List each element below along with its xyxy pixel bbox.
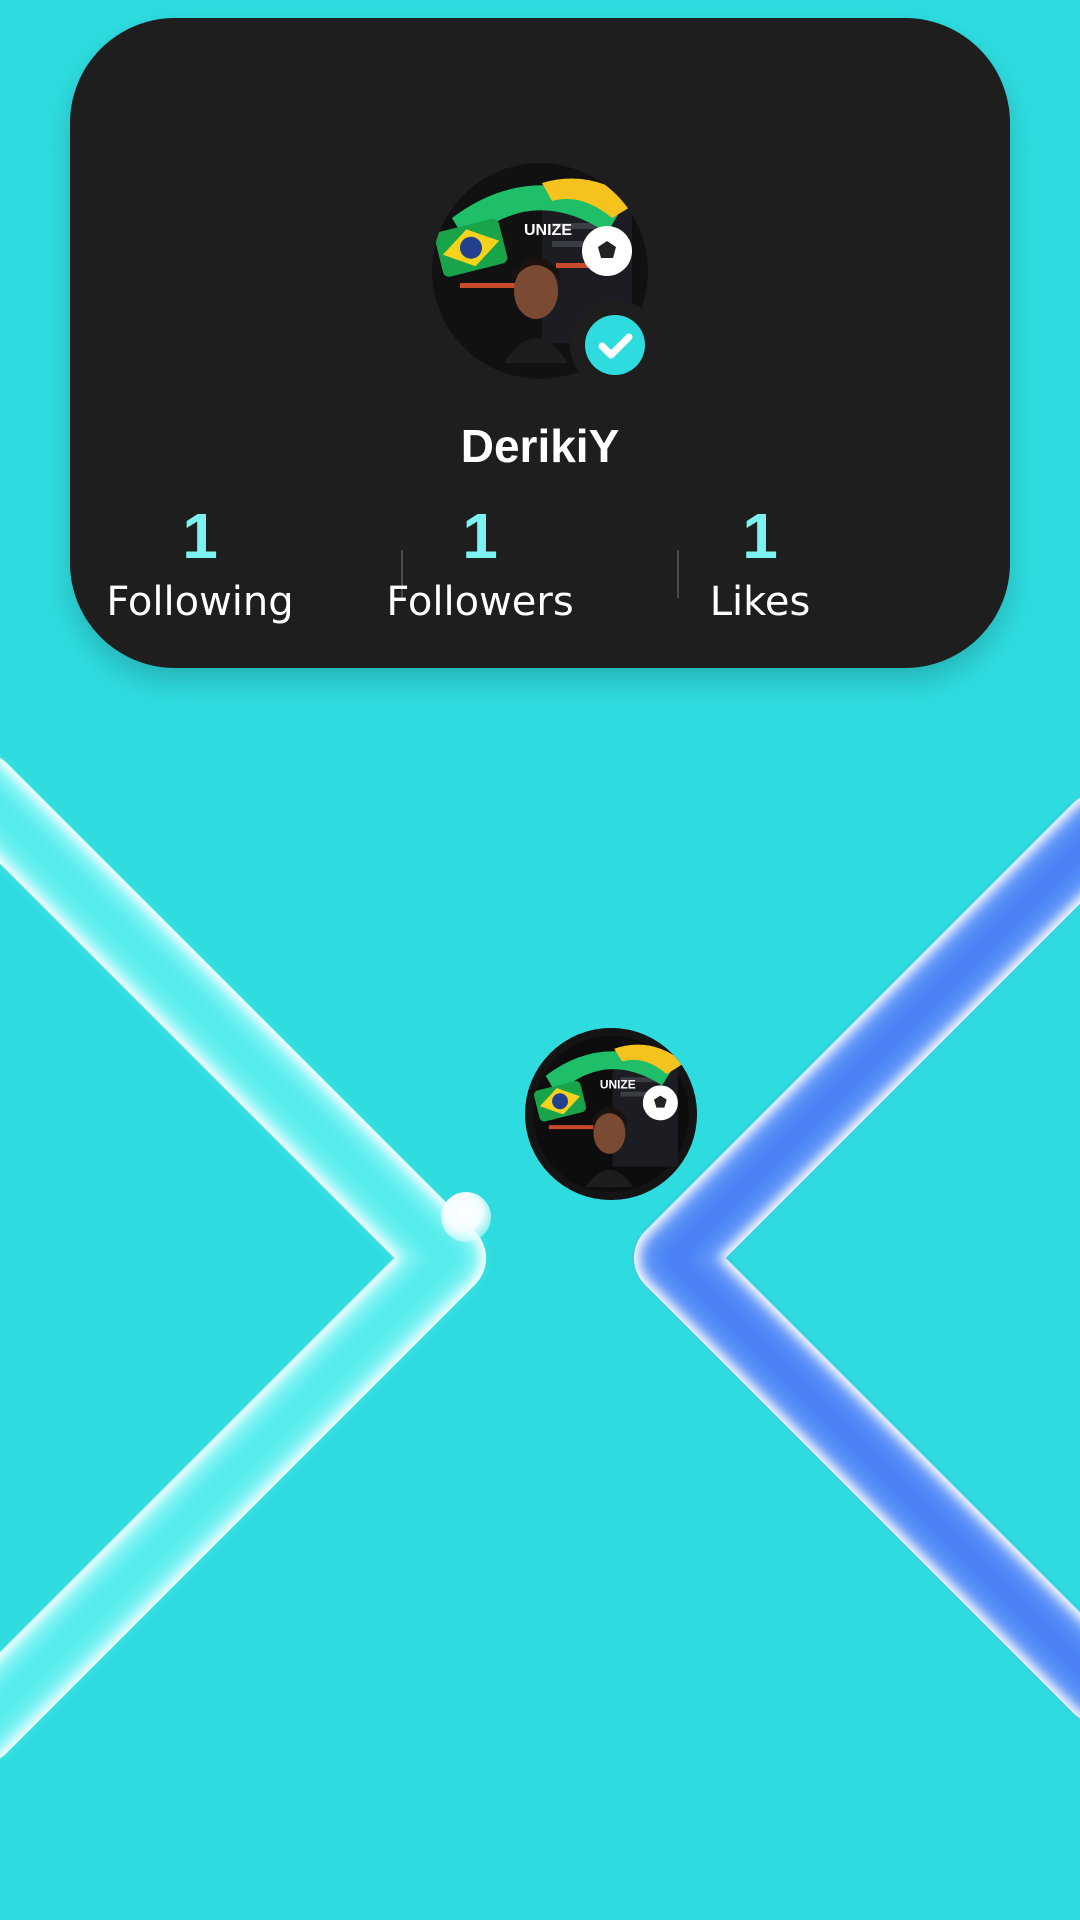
stat-followers[interactable]: 1 Followers — [350, 496, 610, 632]
profile-photo-avatar-icon: UNIZE — [525, 1028, 697, 1200]
game-stage: UNIZE DerikiY 1 Following 1 Followers 1 … — [0, 0, 1080, 1920]
right-paddle[interactable] — [634, 797, 1080, 1719]
verified-badge — [570, 300, 660, 390]
following-label: Following — [106, 579, 294, 625]
following-count: 1 — [182, 500, 218, 572]
followers-label: Followers — [386, 579, 574, 625]
profile-username: DerikiY — [460, 420, 620, 472]
verified-check-icon — [585, 315, 645, 375]
stat-following[interactable]: 1 Following — [70, 496, 330, 632]
likes-label: Likes — [709, 579, 811, 625]
ball — [441, 1192, 491, 1242]
followers-count: 1 — [462, 500, 498, 572]
svg-text:UNIZE: UNIZE — [600, 1078, 636, 1092]
profile-avatar-wrap[interactable]: UNIZE — [432, 163, 660, 390]
center-player-avatar: UNIZE — [525, 1028, 697, 1200]
likes-count: 1 — [742, 500, 778, 572]
svg-text:UNIZE: UNIZE — [524, 222, 572, 239]
profile-card: UNIZE DerikiY 1 Following 1 Followers 1 … — [70, 18, 1010, 668]
left-paddle[interactable] — [0, 757, 486, 1759]
stat-likes[interactable]: 1 Likes — [630, 496, 890, 632]
